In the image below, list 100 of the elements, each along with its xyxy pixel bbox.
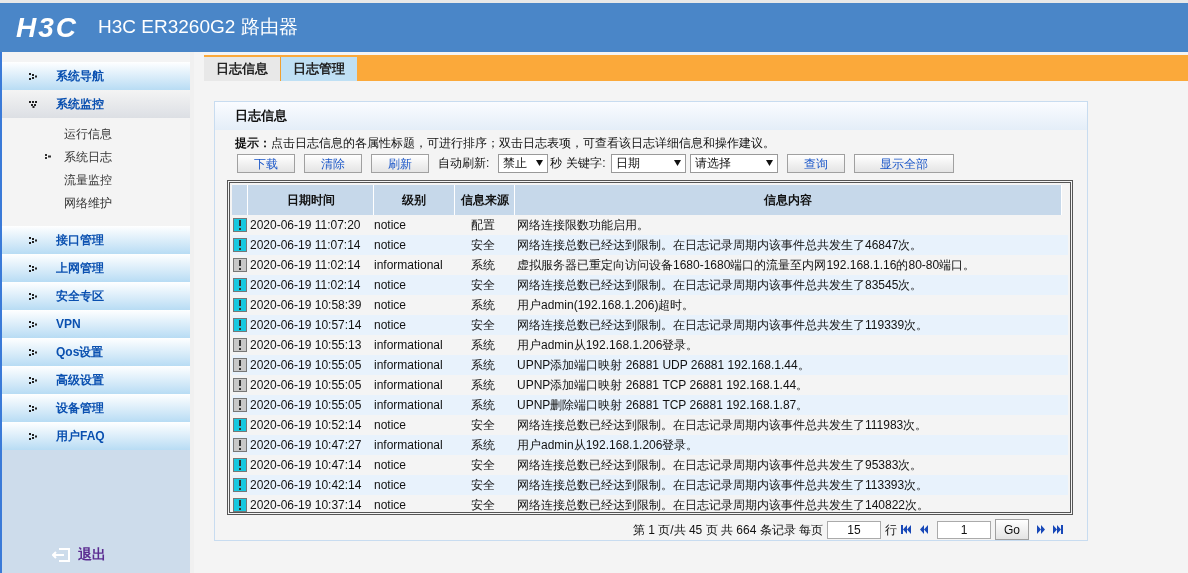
table-cell-text: 网络连接总数已经达到限制。在日志记录周期内该事件总共发生了46847次。 [516,236,924,254]
table-cell-text: 虚拟服务器已重定向访问设备1680-1680端口的流量至内网192.168.1.16的80-80端口。 [516,256,977,274]
table-cell-text: 2020-06-19 10:55:05 [249,356,363,374]
exit-icon [52,547,70,562]
sidebar-item[interactable]: 接口管理 [2,226,190,254]
auto-refresh-label: 自动刷新: [438,155,490,173]
table-cell-text: 2020-06-19 11:02:14 [249,256,362,274]
exclamation-icon [233,437,247,452]
exclamation-icon [233,337,247,352]
chevron-right-icon [29,292,38,300]
exclamation-icon [233,417,247,432]
sidebar-subitem[interactable]: 运行信息 [2,122,190,145]
caret-icon [765,160,773,167]
table-cell-text: notice [374,456,408,474]
go-button[interactable]: Go [995,519,1029,540]
window-title: H3C ER3260G2 路由器 [98,15,298,40]
table-cell-text: 2020-06-19 10:37:14 [249,496,363,512]
chevron-right-icon [29,376,38,384]
table-cell-text: informational [374,396,444,414]
column-header[interactable]: 信息来源 [455,184,515,215]
auto-refresh-select[interactable]: 禁止 [498,153,549,173]
table-cell-text: notice [374,496,408,512]
toolbar-button[interactable]: 清除 [304,153,362,173]
table-cell-text: UPNP删除端口映射 26881 TCP 26881 192.168.1.87。 [516,396,810,414]
sidebar-item[interactable]: 上网管理 [2,254,190,282]
chevron-down-icon [29,100,38,108]
table-cell-text: 网络连接总数已经达到限制。在日志记录周期内该事件总共发生了119339次。 [516,316,930,334]
show-all-button[interactable]: 显示全部 [853,153,954,173]
table-cell-text: 2020-06-19 11:07:14 [249,236,362,254]
table-cell-text: UPNP添加端口映射 26881 TCP 26881 192.168.1.44。 [516,376,810,394]
column-header[interactable]: 信息内容 [515,184,1062,215]
caret-icon [673,160,681,167]
sidebar-subitem[interactable]: 流量监控 [2,168,190,191]
table-cell-text: 安全 [470,456,496,474]
exclamation-icon [233,357,247,372]
table-cell-text: 2020-06-19 10:55:05 [249,396,363,414]
seconds-label: 秒 [550,155,563,173]
table-cell-text: 系统 [470,436,496,454]
table-cell-text: 2020-06-19 10:47:27 [249,436,363,454]
previous-page-icon[interactable] [919,525,929,534]
keyword-select[interactable]: 日期 [610,153,686,173]
sidebar-item[interactable]: Qos设置 [2,338,190,366]
pagination-summary: 第 1 页/共 45 页 共 664 条记录 每页 [632,521,823,539]
last-page-icon[interactable] [1053,525,1063,534]
keyword-label: 关键字: [566,155,606,173]
exclamation-icon [233,457,247,472]
sidebar-item[interactable]: 用户FAQ [2,422,190,450]
table-cell-text: informational [374,356,444,374]
table-cell-text: 2020-06-19 10:55:05 [249,376,363,394]
column-header[interactable]: 级别 [374,184,455,215]
chevron-right-icon [29,404,38,412]
table-cell-text: 用户admin(192.168.1.206)超时。 [516,296,696,314]
next-page-icon[interactable] [1036,525,1046,534]
exclamation-icon [233,277,247,292]
hint-text: 提示：点击日志信息的各属性标题，可进行排序；双击日志表项，可查看该日志详细信息和操作建议。 [235,135,775,150]
first-page-icon[interactable] [901,525,911,534]
per-page-field[interactable]: 15 [827,520,881,539]
chevron-right-icon [29,432,38,440]
table-cell-text: informational [374,336,444,354]
table-cell-text: 系统 [470,256,496,274]
sidebar-item[interactable]: 高级设置 [2,366,190,394]
panel-title: 日志信息 [235,107,287,126]
chevron-right-icon [29,236,38,244]
table-cell-text: UPNP添加端口映射 26881 UDP 26881 192.168.1.44。 [516,356,811,374]
query-button[interactable]: 查询 [786,153,845,173]
table-cell-text: 系统 [470,336,496,354]
tab[interactable]: 日志管理 [280,57,357,81]
exclamation-icon [233,497,247,512]
sidebar-item[interactable]: 安全专区 [2,282,190,310]
table-cell-text: 用户admin从192.168.1.206登录。 [516,436,700,454]
table-cell-text: 安全 [470,496,496,512]
table-cell-text: 网络连接总数已经达到限制。在日志记录周期内该事件总共发生了111983次。 [516,416,929,434]
chevron-right-icon [29,264,38,272]
tab[interactable]: 日志信息 [204,57,280,81]
page-field[interactable]: 1 [937,520,991,539]
table-cell-text: notice [374,476,408,494]
exclamation-icon [233,317,247,332]
table-cell-text: 网络连接总数已经达到限制。在日志记录周期内该事件总共发生了113393次。 [516,476,930,494]
table-cell-text: 2020-06-19 10:58:39 [249,296,363,314]
exclamation-icon [233,377,247,392]
toolbar-button[interactable]: 刷新 [371,153,429,173]
table-cell-text: 安全 [470,316,496,334]
sidebar-item[interactable]: 设备管理 [2,394,190,422]
table-cell-text: 配置 [470,216,496,234]
table-cell-text: 网络连接限数功能启用。 [516,216,650,234]
logout-link[interactable]: 退出 [52,544,106,565]
sidebar-subitem[interactable]: 系统日志 [2,145,190,168]
condition-select[interactable]: 请选择 [689,153,778,173]
table-cell-text: 2020-06-19 11:07:20 [249,216,362,234]
table-cell-text: 用户admin从192.168.1.206登录。 [516,336,700,354]
exclamation-icon [233,397,247,412]
table-cell-text: 网络连接总数已经达到限制。在日志记录周期内该事件总共发生了95383次。 [516,456,924,474]
table-cell-text: 安全 [470,416,496,434]
sidebar-item[interactable]: VPN [2,310,190,338]
table-cell-text: 网络连接总数已经达到限制。在日志记录周期内该事件总共发生了83545次。 [516,276,924,294]
table-cell-text: 系统 [470,396,496,414]
toolbar-button[interactable]: 下载 [237,153,295,173]
column-header[interactable]: 日期时间 [248,184,374,215]
sidebar-item[interactable]: 系统导航 [2,62,190,90]
sidebar-subitem[interactable]: 网络维护 [2,191,190,214]
